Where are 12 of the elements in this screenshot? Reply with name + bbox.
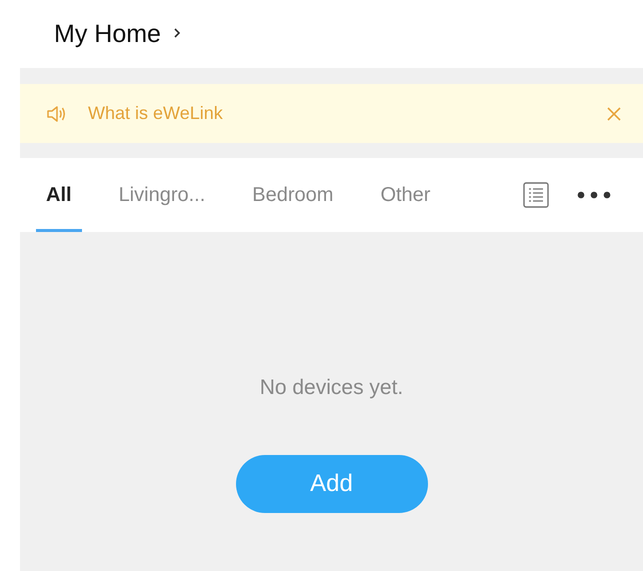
room-tab[interactable]: All bbox=[36, 158, 82, 232]
room-tab[interactable]: Bedroom bbox=[242, 158, 344, 232]
home-title[interactable]: My Home bbox=[54, 4, 161, 48]
banner-link[interactable]: What is eWeLink bbox=[88, 103, 607, 124]
room-tab[interactable]: Other bbox=[370, 158, 440, 232]
more-icon[interactable] bbox=[577, 191, 611, 199]
list-icon[interactable] bbox=[523, 182, 549, 208]
add-button[interactable]: Add bbox=[236, 455, 428, 513]
room-tab[interactable]: Livingro... bbox=[108, 158, 216, 232]
speaker-icon bbox=[46, 104, 68, 124]
empty-message: No devices yet. bbox=[260, 376, 404, 400]
chevron-right-icon[interactable] bbox=[172, 27, 181, 39]
